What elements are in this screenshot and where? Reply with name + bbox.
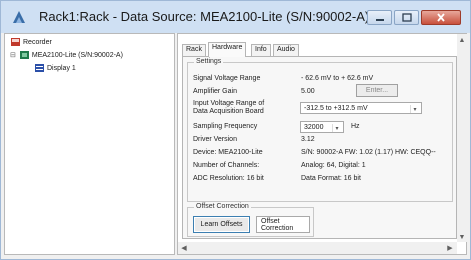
- tree-item-recorder[interactable]: Recorder: [11, 38, 52, 46]
- sampling-frequency-label: Sampling Frequency: [193, 123, 258, 130]
- offset-correction-group: Offset Correction Learn Offsets Offset C…: [187, 203, 314, 237]
- sampling-frequency-value: 32000: [304, 123, 324, 131]
- input-voltage-range-label-1: Input Voltage Range of: [193, 100, 265, 107]
- scroll-right-icon[interactable]: ▶: [445, 243, 455, 253]
- window-title: Rack1:Rack - Data Source: MEA2100-Lite (…: [39, 9, 370, 24]
- vertical-scrollbar[interactable]: ▲ ▼: [457, 34, 467, 242]
- sampling-frequency-select[interactable]: 32000 ▾: [300, 121, 344, 133]
- scroll-down-icon[interactable]: ▼: [457, 232, 467, 242]
- device-label: Device: MEA2100-Lite: [193, 149, 263, 156]
- tree-item-display[interactable]: Display 1: [35, 64, 76, 72]
- signal-voltage-range-label: Signal Voltage Range: [193, 75, 261, 82]
- hardware-tab-content: Settings Signal Voltage Range - 62.6 mV …: [182, 56, 457, 239]
- chevron-down-icon: ▾: [410, 105, 419, 113]
- tab-hardware[interactable]: Hardware: [208, 42, 247, 57]
- collapse-icon[interactable]: ⊟: [10, 51, 16, 59]
- tree-item-device[interactable]: ⊟ MEA2100-Lite (S/N:90002-A): [10, 51, 123, 59]
- data-source-tree[interactable]: Recorder ⊟ MEA2100-Lite (S/N:90002-A) Di…: [4, 33, 175, 255]
- data-format-value: Data Format: 16 bit: [301, 175, 361, 182]
- close-icon: [422, 11, 460, 24]
- maximize-button[interactable]: [394, 10, 419, 25]
- learn-offsets-button[interactable]: Learn Offsets: [193, 216, 250, 233]
- close-button[interactable]: [421, 10, 461, 25]
- amplifier-gain-label: Amplifier Gain: [193, 88, 237, 95]
- tab-info[interactable]: Info: [251, 44, 271, 56]
- minimize-button[interactable]: [367, 10, 392, 25]
- input-voltage-range-value: -312.5 to +312.5 mV: [304, 104, 368, 112]
- minimize-icon: [368, 11, 391, 24]
- recorder-icon: [11, 38, 20, 46]
- properties-panel: Rack Hardware Info Audio Settings Signal…: [177, 33, 467, 255]
- settings-group: Settings Signal Voltage Range - 62.6 mV …: [187, 58, 453, 202]
- channels-value: Analog: 64, Digital: 1: [301, 162, 366, 169]
- adc-resolution-label: ADC Resolution: 16 bit: [193, 175, 264, 182]
- display-icon: [35, 64, 44, 72]
- horizontal-scrollbar[interactable]: ◀ ▶: [178, 242, 457, 254]
- driver-version-value: 3.12: [301, 136, 315, 143]
- maximize-icon: [395, 11, 418, 24]
- title-bar[interactable]: Rack1:Rack - Data Source: MEA2100-Lite (…: [1, 1, 470, 33]
- signal-voltage-range-value: - 62.6 mV to + 62.6 mV: [301, 75, 374, 82]
- tab-audio[interactable]: Audio: [273, 44, 299, 56]
- sampling-frequency-unit: Hz: [351, 123, 360, 130]
- app-icon: [13, 11, 25, 23]
- main-window: Rack1:Rack - Data Source: MEA2100-Lite (…: [0, 0, 471, 260]
- offset-correction-group-title: Offset Correction: [194, 203, 251, 210]
- channels-label: Number of Channels:: [193, 162, 260, 169]
- input-voltage-range-select[interactable]: -312.5 to +312.5 mV ▾: [300, 102, 422, 114]
- driver-version-label: Driver Version: [193, 136, 237, 143]
- enter-gain-button[interactable]: Enter...: [356, 84, 398, 97]
- tree-label-display: Display 1: [47, 64, 76, 72]
- scroll-left-icon[interactable]: ◀: [179, 243, 189, 253]
- device-icon: [19, 51, 29, 59]
- device-value: S/N: 90002-A FW: 1.02 (1.17) HW: CEQQ--: [301, 149, 436, 156]
- tree-label-recorder: Recorder: [23, 38, 52, 46]
- scroll-up-icon[interactable]: ▲: [457, 35, 467, 45]
- settings-group-title: Settings: [194, 58, 224, 65]
- tree-label-device: MEA2100-Lite (S/N:90002-A): [31, 51, 123, 59]
- amplifier-gain-value: 5.00: [301, 88, 315, 95]
- chevron-down-icon: ▾: [332, 124, 341, 132]
- tab-rack[interactable]: Rack: [182, 44, 206, 56]
- input-voltage-range-label-2: Data Acquisition Board: [193, 108, 264, 115]
- offset-correction-field[interactable]: Offset Correction: [256, 216, 310, 233]
